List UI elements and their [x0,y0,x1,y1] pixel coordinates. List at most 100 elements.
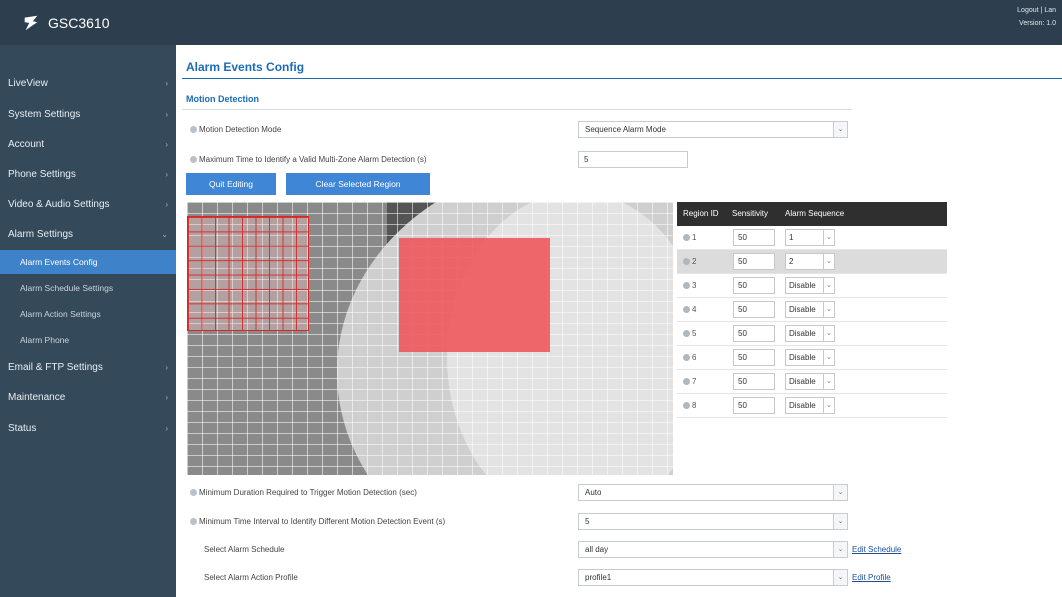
sidebar-item-system-settings[interactable]: System Settings › [0,103,176,127]
logout-link[interactable]: Logout [1017,7,1038,14]
alarm-sequence-select[interactable]: Disable ⌄ [785,397,835,414]
chevron-down-icon: ⌄ [161,230,168,239]
region-id: 8 [683,401,696,410]
alarm-sequence-select[interactable]: Disable ⌄ [785,325,835,342]
radio-icon[interactable] [683,234,690,241]
language-link[interactable]: Lan [1044,7,1056,14]
radio-icon[interactable] [683,258,690,265]
table-row[interactable]: 6 50 Disable ⌄ [677,346,947,370]
min-duration-select[interactable]: Auto ⌄ [578,484,848,501]
sidebar-item-alarm-action-settings[interactable]: Alarm Action Settings [0,302,176,326]
sidebar-item-alarm-events-config[interactable]: Alarm Events Config [0,250,176,274]
sidebar-item-video-audio-settings[interactable]: Video & Audio Settings › [0,193,176,217]
grandstream-logo-icon [24,15,38,31]
sensitivity-input[interactable]: 50 [733,373,775,390]
chevron-right-icon: › [165,110,168,119]
quit-editing-button[interactable]: Quit Editing [186,173,276,195]
alarm-sequence-select[interactable]: Disable ⌄ [785,349,835,366]
sensitivity-input[interactable]: 50 [733,229,775,246]
sidebar-item-label: Email & FTP Settings [8,362,103,373]
version-text: Version: 1.0 [1019,20,1056,27]
clear-selected-region-button[interactable]: Clear Selected Region [286,173,430,195]
chevron-down-icon: ⌄ [833,485,847,500]
edit-profile-link[interactable]: Edit Profile [852,573,891,582]
alarm-sequence-select[interactable]: Disable ⌄ [785,373,835,390]
table-row[interactable]: 4 50 Disable ⌄ [677,298,947,322]
section-divider [182,109,852,110]
sensitivity-input[interactable]: 50 [733,277,775,294]
alarm-sequence-select[interactable]: 1 ⌄ [785,229,835,246]
sidebar-item-account[interactable]: Account › [0,133,176,157]
radio-icon[interactable] [683,330,690,337]
sidebar-item-phone-settings[interactable]: Phone Settings › [0,163,176,187]
region-id: 1 [683,233,696,242]
main-content: Alarm Events Config Motion Detection Mot… [176,45,1062,597]
table-row[interactable]: 2 50 2 ⌄ [677,250,947,274]
help-icon[interactable] [190,126,197,133]
table-row[interactable]: 8 50 Disable ⌄ [677,394,947,418]
table-row[interactable]: 7 50 Disable ⌄ [677,370,947,394]
sensitivity-input[interactable]: 50 [733,301,775,318]
mode-select[interactable]: Sequence Alarm Mode ⌄ [578,121,848,138]
sidebar-item-status[interactable]: Status › [0,417,176,441]
max-time-input[interactable]: 5 [578,151,688,168]
sidebar-item-label: Alarm Events Config [20,257,98,267]
chevron-down-icon: ⌄ [823,350,834,365]
product-name: GSC3610 [48,15,110,31]
help-icon[interactable] [190,489,197,496]
sidebar-item-label: Account [8,139,45,150]
min-interval-select[interactable]: 5 ⌄ [578,513,848,530]
sidebar-item-alarm-phone[interactable]: Alarm Phone [0,328,176,352]
column-header: Region ID [683,209,719,218]
alarm-schedule-label: Select Alarm Schedule [204,545,285,554]
help-icon[interactable] [190,156,197,163]
region-id: 6 [683,353,696,362]
motion-region-2[interactable] [399,238,550,352]
top-bar: GSC3610 Logout | Lan Version: 1.0 [0,0,1062,45]
alarm-profile-select[interactable]: profile1 ⌄ [578,569,848,586]
sidebar-item-label: Status [8,423,37,434]
alarm-sequence-select[interactable]: Disable ⌄ [785,301,835,318]
sidebar-item-label: LiveView [8,78,48,89]
sidebar-item-alarm-settings[interactable]: Alarm Settings ⌄ [0,223,176,247]
sidebar-item-email-ftp-settings[interactable]: Email & FTP Settings › [0,356,176,380]
table-row[interactable]: 3 50 Disable ⌄ [677,274,947,298]
max-time-label: Maximum Time to Identify a Valid Multi-Z… [190,155,426,164]
sidebar-item-maintenance[interactable]: Maintenance › [0,386,176,410]
table-row[interactable]: 1 50 1 ⌄ [677,226,947,250]
motion-detection-video[interactable] [187,202,673,475]
sensitivity-input[interactable]: 50 [733,397,775,414]
radio-icon[interactable] [683,402,690,409]
region-id: 4 [683,305,696,314]
edit-schedule-link[interactable]: Edit Schedule [852,545,901,554]
chevron-right-icon: › [165,79,168,88]
sidebar-item-label: Alarm Schedule Settings [20,283,114,293]
radio-icon[interactable] [683,282,690,289]
chevron-right-icon: › [165,363,168,372]
help-icon[interactable] [190,518,197,525]
motion-region-1[interactable] [187,216,309,331]
sensitivity-input[interactable]: 50 [733,349,775,366]
sensitivity-input[interactable]: 50 [733,325,775,342]
sidebar: LiveView › System Settings › Account › Phon… [0,45,176,597]
sidebar-item-liveview[interactable]: LiveView › [0,72,176,96]
chevron-down-icon: ⌄ [823,254,834,269]
region-table: Region ID Sensitivity Alarm Sequence 1 5… [677,202,947,418]
table-row[interactable]: 5 50 Disable ⌄ [677,322,947,346]
min-duration-label: Minimum Duration Required to Trigger Mot… [190,488,417,497]
sidebar-item-alarm-schedule-settings[interactable]: Alarm Schedule Settings [0,276,176,300]
alarm-sequence-select[interactable]: Disable ⌄ [785,277,835,294]
section-title: Motion Detection [186,94,259,104]
title-divider [182,78,1062,79]
alarm-sequence-select[interactable]: 2 ⌄ [785,253,835,270]
chevron-down-icon: ⌄ [833,514,847,529]
min-interval-label: Minimum Time Interval to Identify Differ… [190,517,445,526]
radio-icon[interactable] [683,378,690,385]
radio-icon[interactable] [683,306,690,313]
sidebar-item-label: Alarm Phone [20,335,70,345]
alarm-schedule-select[interactable]: all day ⌄ [578,541,848,558]
radio-icon[interactable] [683,354,690,361]
sensitivity-input[interactable]: 50 [733,253,775,270]
top-links: Logout | Lan Version: 1.0 [1017,4,1056,30]
chevron-right-icon: › [165,140,168,149]
